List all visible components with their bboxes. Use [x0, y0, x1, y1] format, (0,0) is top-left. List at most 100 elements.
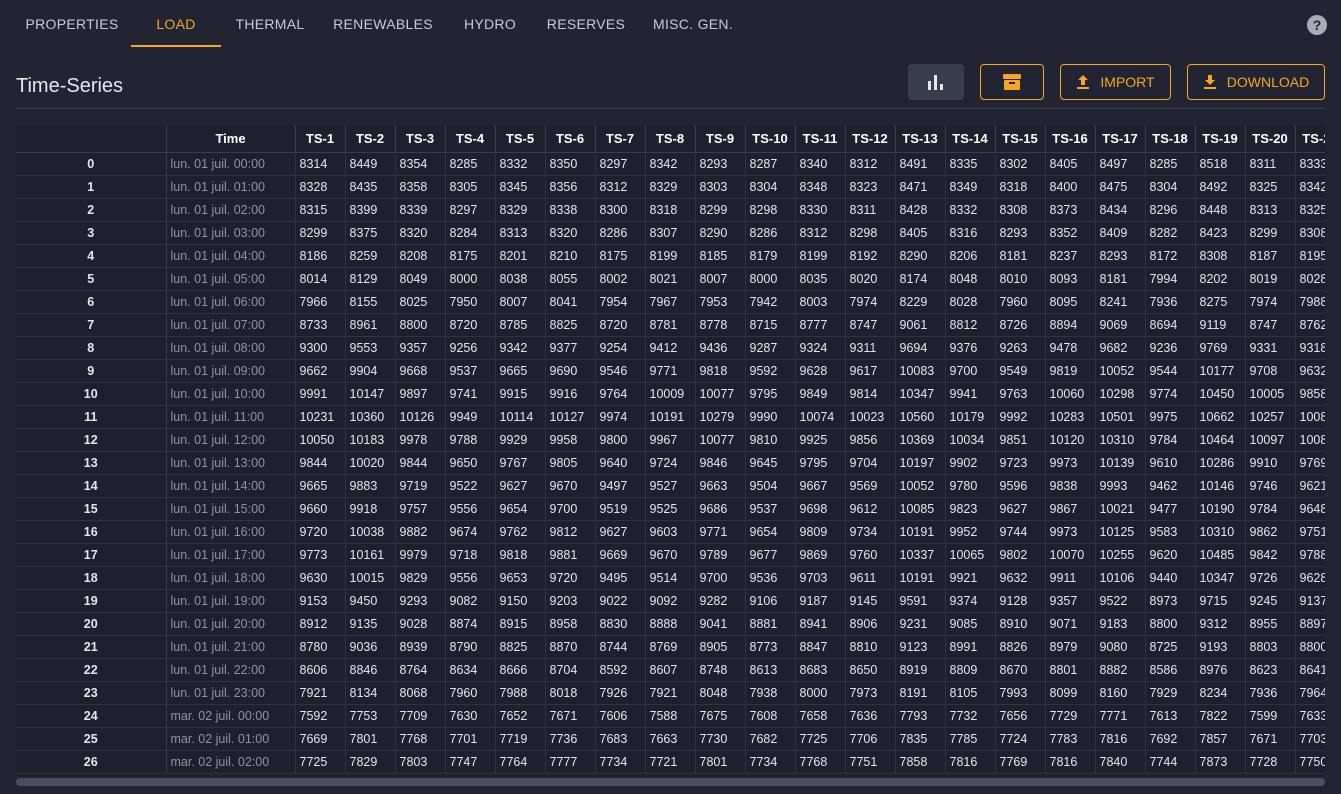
value-cell[interactable]: 9670	[645, 543, 696, 567]
value-cell[interactable]: 7724	[995, 727, 1046, 751]
value-cell[interactable]: 9858	[1295, 382, 1325, 406]
ts-column-header[interactable]: TS-16	[1045, 125, 1096, 153]
value-cell[interactable]: 9544	[1145, 359, 1196, 383]
value-cell[interactable]: 9311	[845, 336, 896, 360]
value-cell[interactable]: 9592	[745, 359, 796, 383]
value-cell[interactable]: 9952	[945, 520, 996, 544]
value-cell[interactable]: 8191	[895, 681, 946, 705]
value-cell[interactable]: 8606	[295, 658, 346, 682]
value-cell[interactable]: 9324	[795, 336, 846, 360]
value-cell[interactable]: 9700	[695, 566, 746, 590]
value-cell[interactable]: 8234	[1195, 681, 1246, 705]
value-cell[interactable]: 8882	[1095, 658, 1146, 682]
value-cell[interactable]: 9628	[795, 359, 846, 383]
value-cell[interactable]: 9522	[1095, 589, 1146, 613]
value-cell[interactable]: 10347	[895, 382, 946, 406]
value-cell[interactable]: 9137	[1295, 589, 1325, 613]
value-cell[interactable]: 7701	[445, 727, 496, 751]
value-cell[interactable]: 9662	[295, 359, 346, 383]
value-cell[interactable]: 8694	[1145, 313, 1196, 337]
value-cell[interactable]: 9700	[545, 497, 596, 521]
value-cell[interactable]: 8586	[1145, 658, 1196, 682]
ts-column-header[interactable]: TS-13	[895, 125, 946, 153]
value-cell[interactable]: 9627	[995, 497, 1046, 521]
value-cell[interactable]: 8356	[545, 175, 596, 199]
value-cell[interactable]: 8780	[295, 635, 346, 659]
value-cell[interactable]: 9293	[395, 589, 446, 613]
value-cell[interactable]: 7768	[395, 727, 446, 751]
ts-column-header[interactable]: TS-9	[695, 125, 746, 153]
value-cell[interactable]: 9504	[745, 474, 796, 498]
value-cell[interactable]: 8332	[495, 152, 546, 176]
import-button[interactable]: IMPORT	[1060, 64, 1171, 100]
value-cell[interactable]: 8725	[1145, 635, 1196, 659]
value-cell[interactable]: 8747	[1245, 313, 1296, 337]
value-cell[interactable]: 10197	[895, 451, 946, 475]
value-cell[interactable]: 7747	[445, 750, 496, 774]
help-icon[interactable]: ?	[1307, 15, 1327, 35]
value-cell[interactable]: 8259	[345, 244, 396, 268]
ts-column-header[interactable]: TS-20	[1245, 125, 1296, 153]
ts-column-header[interactable]: TS-7	[595, 125, 646, 153]
value-cell[interactable]: 8021	[645, 267, 696, 291]
value-cell[interactable]: 8332	[945, 198, 996, 222]
value-cell[interactable]: 8311	[1245, 152, 1296, 176]
value-cell[interactable]: 9788	[445, 428, 496, 452]
value-cell[interactable]: 8670	[995, 658, 1046, 682]
value-cell[interactable]: 7658	[795, 704, 846, 728]
value-cell[interactable]: 9663	[695, 474, 746, 498]
value-cell[interactable]: 8342	[1295, 175, 1325, 199]
value-cell[interactable]: 8906	[845, 612, 896, 636]
value-cell[interactable]: 10126	[395, 405, 446, 429]
value-cell[interactable]: 10298	[1095, 382, 1146, 406]
value-cell[interactable]: 9022	[595, 589, 646, 613]
value-cell[interactable]: 9610	[1145, 451, 1196, 475]
value-cell[interactable]: 8282	[1145, 221, 1196, 245]
value-cell[interactable]: 9119	[1195, 313, 1246, 337]
value-cell[interactable]: 7768	[795, 750, 846, 774]
value-cell[interactable]: 9630	[295, 566, 346, 590]
value-cell[interactable]: 8010	[995, 267, 1046, 291]
value-cell[interactable]: 7929	[1145, 681, 1196, 705]
value-cell[interactable]: 9726	[1245, 566, 1296, 590]
value-cell[interactable]: 9973	[1045, 451, 1096, 475]
value-cell[interactable]: 8939	[395, 635, 446, 659]
value-cell[interactable]: 8028	[1295, 267, 1325, 291]
value-cell[interactable]: 8020	[845, 267, 896, 291]
value-cell[interactable]: 8325	[1295, 198, 1325, 222]
value-cell[interactable]: 7816	[1095, 727, 1146, 751]
value-cell[interactable]: 9536	[745, 566, 796, 590]
value-cell[interactable]: 9478	[1045, 336, 1096, 360]
value-cell[interactable]: 9949	[445, 405, 496, 429]
value-cell[interactable]: 10089	[1295, 428, 1325, 452]
value-cell[interactable]: 9627	[595, 520, 646, 544]
value-cell[interactable]: 8007	[695, 267, 746, 291]
value-cell[interactable]: 9028	[395, 612, 446, 636]
value-cell[interactable]: 9145	[845, 589, 896, 613]
value-cell[interactable]: 7606	[595, 704, 646, 728]
value-cell[interactable]: 7630	[445, 704, 496, 728]
value-cell[interactable]: 7633	[1295, 704, 1325, 728]
value-cell[interactable]: 9620	[1145, 543, 1196, 567]
value-cell[interactable]: 10177	[1195, 359, 1246, 383]
value-cell[interactable]: 9069	[1095, 313, 1146, 337]
value-cell[interactable]: 9789	[695, 543, 746, 567]
value-cell[interactable]: 8299	[295, 221, 346, 245]
value-cell[interactable]: 8041	[545, 290, 596, 314]
value-cell[interactable]: 8352	[1045, 221, 1096, 245]
value-cell[interactable]: 9537	[445, 359, 496, 383]
value-cell[interactable]: 9897	[395, 382, 446, 406]
value-cell[interactable]: 9780	[945, 474, 996, 498]
download-button[interactable]: DOWNLOAD	[1187, 64, 1325, 100]
value-cell[interactable]: 9941	[945, 382, 996, 406]
value-cell[interactable]: 10077	[695, 428, 746, 452]
value-cell[interactable]: 8313	[495, 221, 546, 245]
value-cell[interactable]: 8333	[1295, 152, 1325, 176]
value-cell[interactable]: 9436	[695, 336, 746, 360]
value-cell[interactable]: 8338	[545, 198, 596, 222]
value-cell[interactable]: 8293	[995, 221, 1046, 245]
value-cell[interactable]: 9719	[395, 474, 446, 498]
value-cell[interactable]: 9660	[295, 497, 346, 521]
value-cell[interactable]: 7840	[1095, 750, 1146, 774]
value-cell[interactable]: 8800	[1145, 612, 1196, 636]
